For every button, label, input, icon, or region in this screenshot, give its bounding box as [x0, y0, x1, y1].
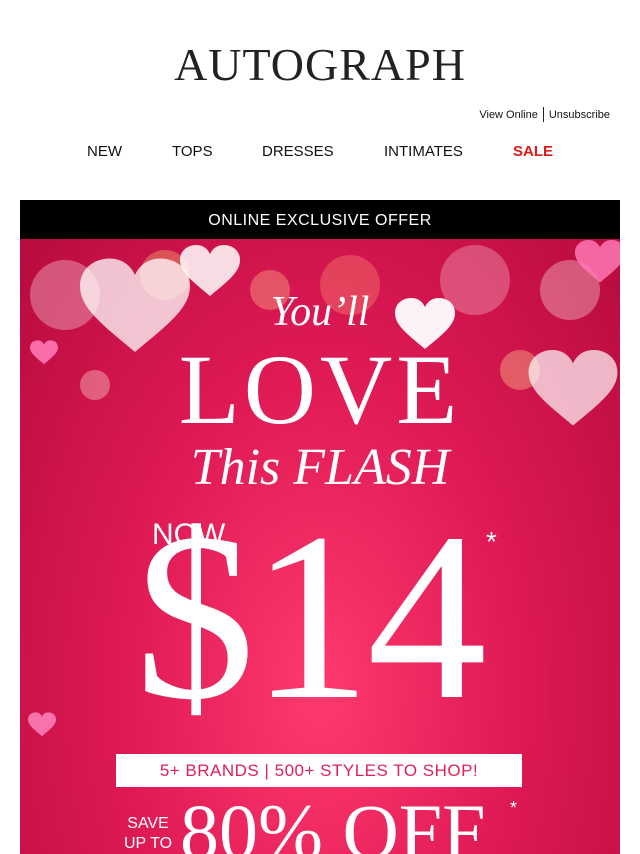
brand-logo[interactable]: AUTOGRAPH	[0, 40, 640, 90]
brands-strip: 5+ BRANDS | 500+ STYLES TO SHOP!	[116, 754, 522, 787]
utility-links: View Online Unsubscribe	[479, 107, 610, 122]
nav-item-dresses[interactable]: DRESSES	[262, 143, 334, 160]
nav-item-sale[interactable]: SALE	[513, 143, 553, 160]
discount-asterisk: *	[510, 798, 518, 818]
headline-youll: You’ll	[270, 289, 370, 335]
price: $14	[135, 483, 487, 749]
unsubscribe-link[interactable]: Unsubscribe	[549, 109, 610, 121]
main-nav: NEW TOPS DRESSES INTIMATES SALE	[0, 143, 640, 161]
headline-love: LOVE	[178, 334, 462, 445]
hero-banner[interactable]: ONLINE EXCLUSIVE OFFER You’ll LOVE This …	[20, 200, 620, 854]
offer-banner: ONLINE EXCLUSIVE OFFER	[20, 200, 620, 239]
up-to-label: UP TO	[124, 835, 173, 852]
nav-item-tops[interactable]: TOPS	[172, 143, 213, 160]
price-asterisk: *	[486, 526, 497, 557]
nav-item-new[interactable]: NEW	[87, 143, 122, 160]
nav-item-intimates[interactable]: INTIMATES	[384, 143, 463, 160]
view-online-link[interactable]: View Online	[479, 109, 538, 121]
heart-icon	[28, 712, 56, 737]
save-up-to-label: SAVE UP TO	[124, 814, 172, 854]
divider	[542, 107, 544, 122]
save-label: SAVE	[127, 815, 169, 832]
heart-icon	[575, 240, 620, 283]
discount-headline: 80% OFF	[180, 788, 486, 854]
